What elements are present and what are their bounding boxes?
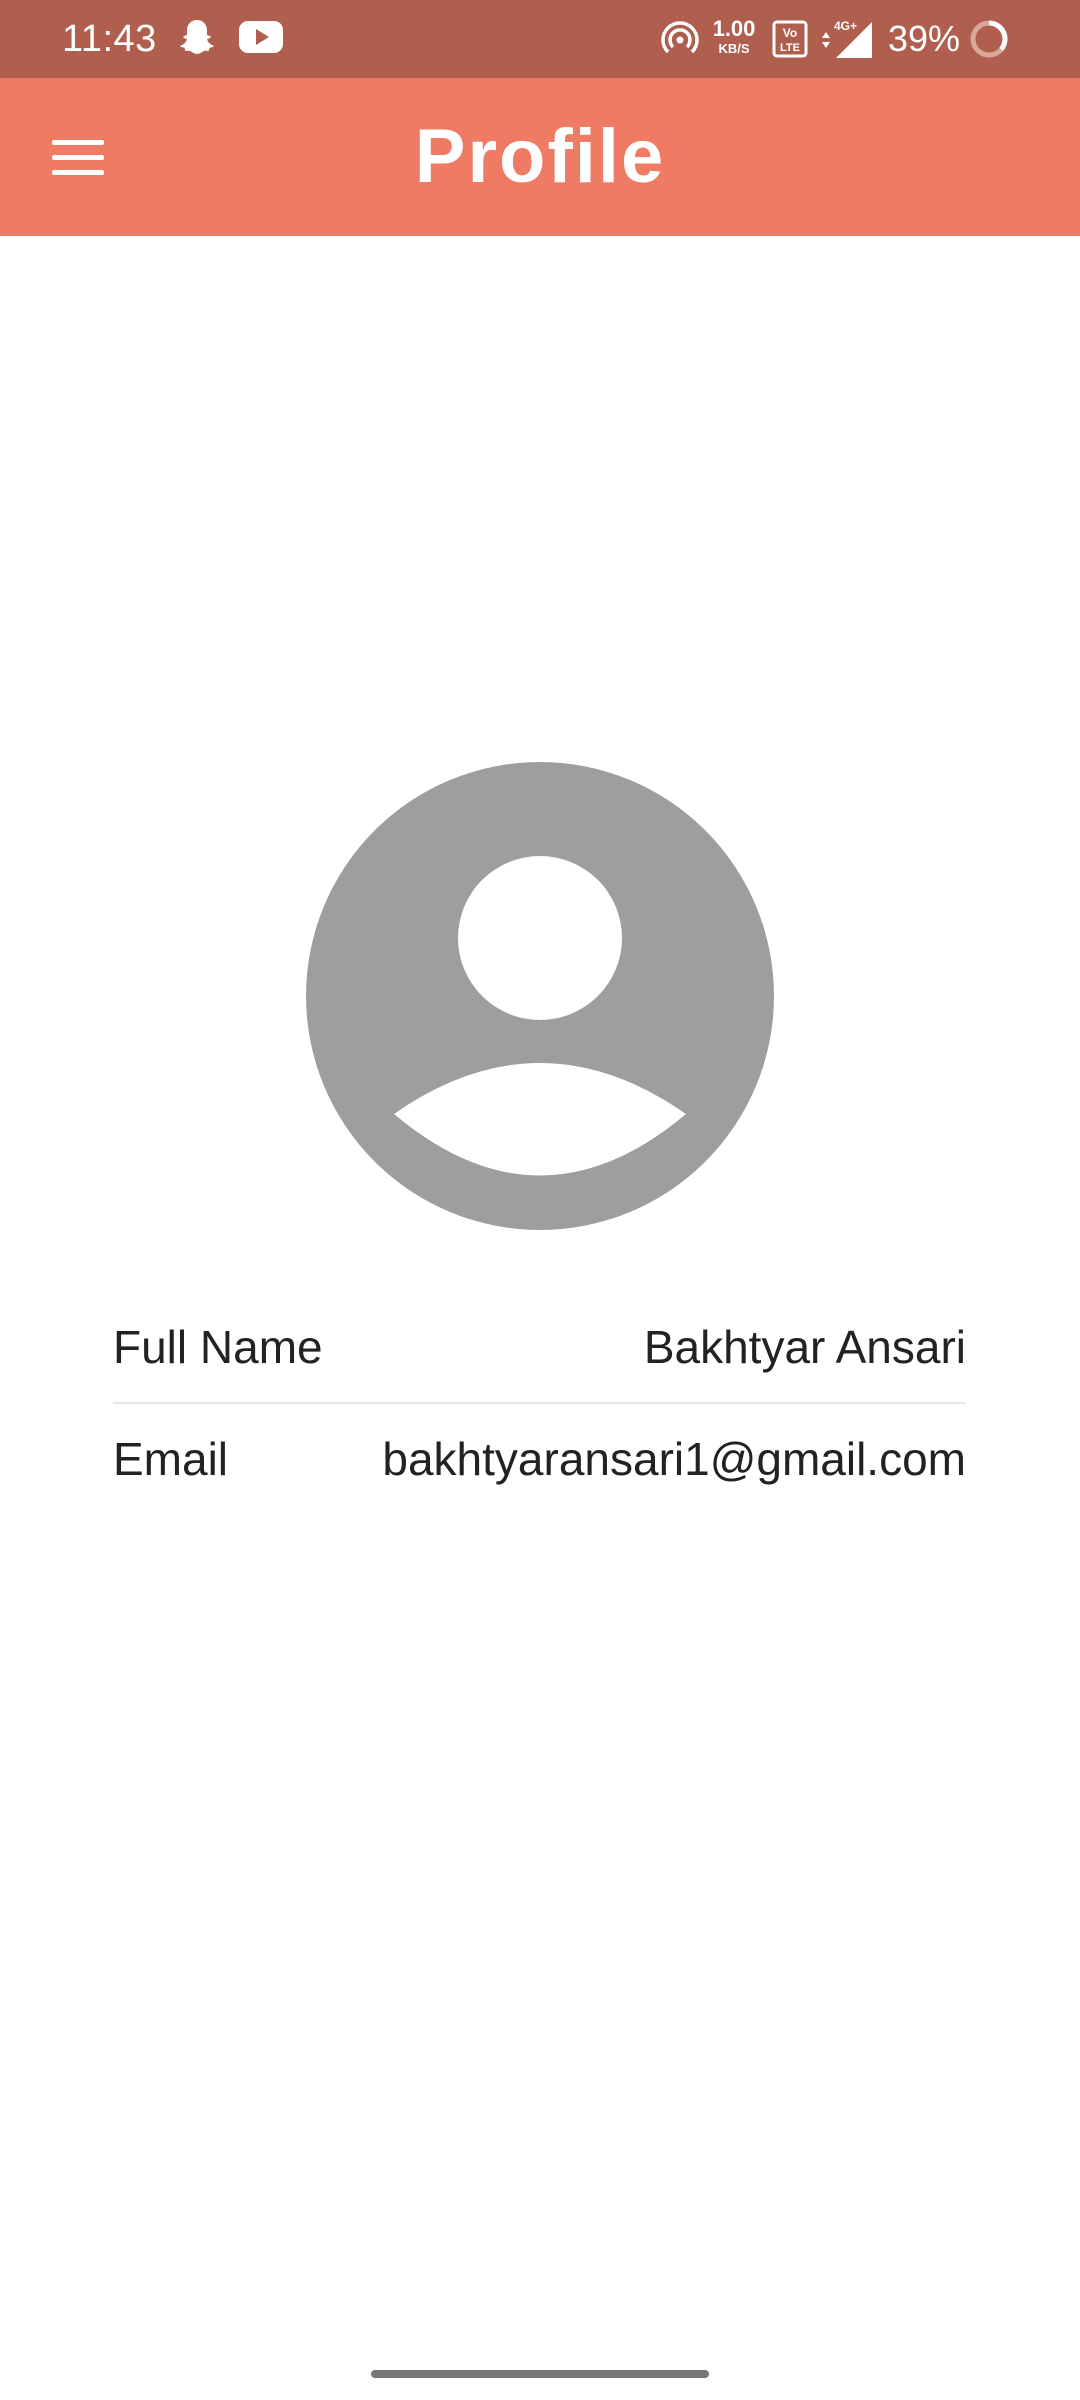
page-title: Profile xyxy=(414,114,666,199)
svg-text:LTE: LTE xyxy=(780,42,800,54)
hotspot-icon xyxy=(660,18,700,63)
default-avatar-icon xyxy=(306,762,774,1230)
snapchat-icon xyxy=(176,16,218,63)
signal-4g-icon: 4G+ xyxy=(818,18,874,65)
email-label: Email xyxy=(113,1433,229,1485)
svg-text:4G+: 4G+ xyxy=(834,19,857,33)
svg-text:Vo: Vo xyxy=(783,26,797,40)
app-bar: Profile xyxy=(0,78,1080,236)
network-speed: 1.00 KB/S xyxy=(710,16,758,56)
full-name-label: Full Name xyxy=(113,1321,323,1373)
email-row: Email bakhtyaransari1@gmail.com xyxy=(113,1402,966,1514)
profile-screen: 11:43 1.00 KB/S Vo LTE 4G+ 39% Profile F… xyxy=(0,0,1080,2400)
status-time: 11:43 xyxy=(62,18,157,60)
network-speed-value: 1.00 xyxy=(712,16,756,41)
battery-ring-icon xyxy=(968,18,1010,65)
youtube-icon xyxy=(238,19,284,60)
notification-icons xyxy=(176,16,284,62)
battery-percent: 39% xyxy=(888,18,961,59)
email-value: bakhtyaransari1@gmail.com xyxy=(382,1433,966,1485)
full-name-row: Full Name Bakhtyar Ansari xyxy=(113,1292,966,1402)
profile-info: Full Name Bakhtyar Ansari Email bakhtyar… xyxy=(113,1292,966,1514)
profile-avatar xyxy=(306,762,774,1230)
network-speed-unit: KB/S xyxy=(718,41,750,56)
status-bar: 11:43 1.00 KB/S Vo LTE 4G+ 39% xyxy=(0,0,1080,78)
full-name-value: Bakhtyar Ansari xyxy=(643,1321,966,1373)
volte-icon: Vo LTE xyxy=(772,20,808,63)
gesture-nav-bar[interactable] xyxy=(371,2370,709,2378)
